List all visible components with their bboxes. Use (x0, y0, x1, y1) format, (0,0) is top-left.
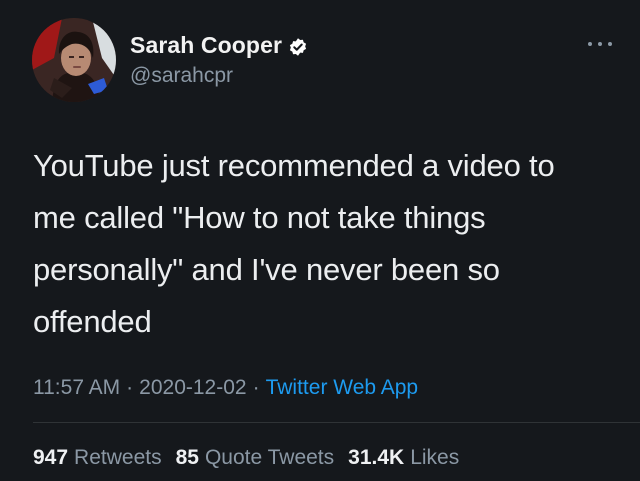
retweets-label: Retweets (74, 446, 162, 469)
avatar[interactable] (32, 18, 116, 102)
retweets-count: 947 (33, 446, 69, 469)
name-row: Sarah Cooper (130, 32, 308, 59)
tweet-date[interactable]: 2020-12-02 (139, 376, 246, 399)
tweet-text: YouTube just recommended a video to me c… (33, 148, 555, 339)
likes-label: Likes (410, 446, 460, 469)
meta-separator: · (252, 376, 260, 399)
more-dot (588, 42, 592, 46)
more-options-icon[interactable] (588, 34, 612, 54)
quote-tweets-stat[interactable]: 85 Quote Tweets (176, 446, 335, 470)
user-handle[interactable]: @sarahcpr (130, 64, 233, 88)
more-dot (598, 42, 602, 46)
likes-count: 31.4K (348, 446, 405, 469)
tweet-time[interactable]: 11:57 AM (33, 376, 120, 399)
more-dot (608, 42, 612, 46)
meta-separator: · (126, 376, 134, 399)
verified-badge-icon (289, 37, 307, 56)
tweet-source-link[interactable]: Twitter Web App (266, 376, 419, 399)
tweet-card: Sarah Cooper @sarahcpr YouTube just reco… (0, 0, 640, 481)
tweet-metadata: 11:57 AM · 2020-12-02 · Twitter Web App (33, 376, 418, 400)
likes-stat[interactable]: 31.4K Likes (348, 446, 459, 470)
retweets-stat[interactable]: 947 Retweets (33, 446, 162, 470)
engagement-stats: 947 Retweets 85 Quote Tweets 31.4K Likes (33, 446, 459, 470)
quote-tweets-count: 85 (175, 446, 199, 469)
quote-tweets-label: Quote Tweets (204, 446, 335, 469)
divider (33, 422, 640, 423)
display-name[interactable]: Sarah Cooper (130, 32, 282, 59)
avatar-image (32, 18, 116, 102)
